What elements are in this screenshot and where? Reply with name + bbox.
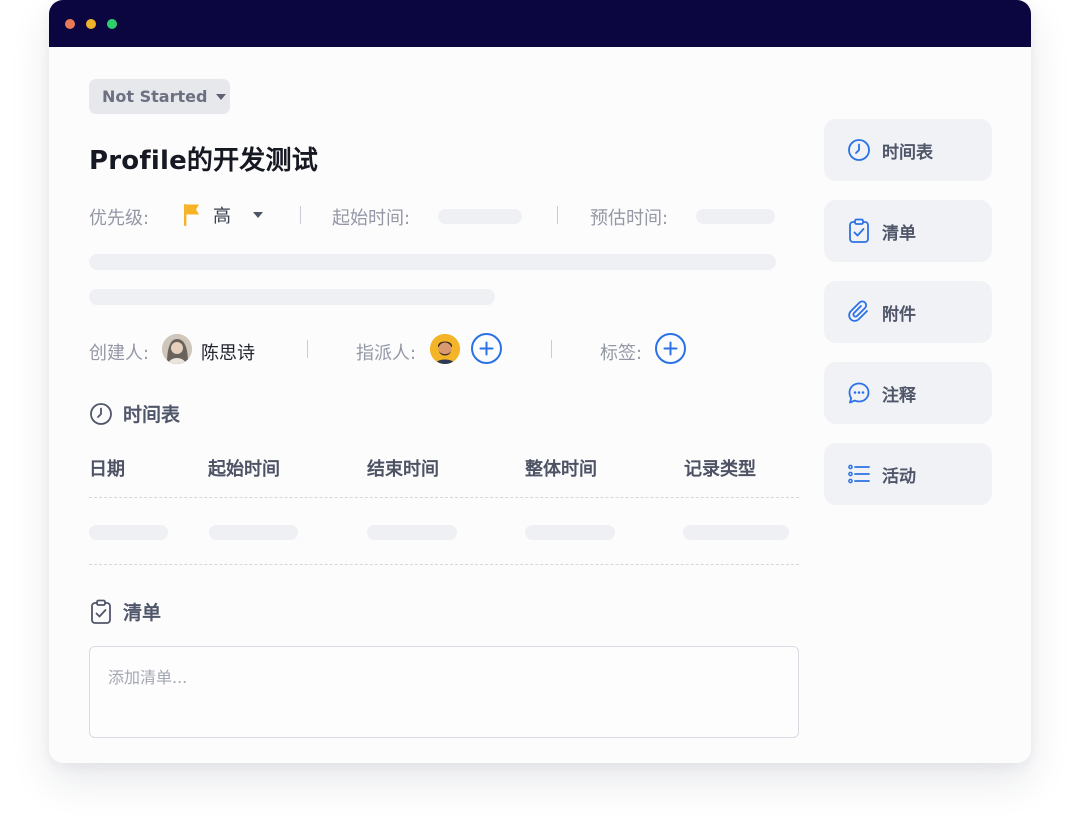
table-divider xyxy=(89,497,799,498)
estimate-time-placeholder[interactable] xyxy=(696,209,775,224)
timesheet-section-title: 时间表 xyxy=(89,400,180,427)
creator-avatar xyxy=(162,334,192,364)
clock-icon xyxy=(90,402,112,425)
plus-icon xyxy=(479,341,494,356)
cell-placeholder xyxy=(209,525,298,540)
column-header-date: 日期 xyxy=(89,459,125,480)
add-tag-button[interactable] xyxy=(655,333,686,364)
sidebar-item-comments[interactable]: 注释 xyxy=(824,362,992,424)
priority-label: 优先级: xyxy=(89,208,150,229)
priority-value: 高 xyxy=(213,206,231,227)
caret-down-icon xyxy=(253,212,263,218)
minimize-window-dot[interactable] xyxy=(86,19,96,29)
sidebar-item-label: 时间表 xyxy=(882,142,933,163)
sidebar-item-label: 清单 xyxy=(882,223,916,244)
comment-icon xyxy=(848,382,870,404)
timesheet-title: 时间表 xyxy=(123,404,181,426)
assignee-label: 指派人: xyxy=(356,343,417,364)
sidebar-item-timesheet[interactable]: 时间表 xyxy=(824,119,992,181)
divider xyxy=(551,340,552,358)
start-time-placeholder[interactable] xyxy=(438,209,522,224)
column-header-total: 整体时间 xyxy=(525,459,597,480)
creator-name: 陈思诗 xyxy=(201,343,255,364)
task-window: Not Started Profile的开发测试 优先级: 高 起始时间: 预估… xyxy=(49,0,1031,763)
creator-label: 创建人: xyxy=(89,343,150,364)
estimate-time-label: 预估时间: xyxy=(590,208,669,229)
column-header-end: 结束时间 xyxy=(367,459,439,480)
start-time-label: 起始时间: xyxy=(332,208,411,229)
priority-dropdown[interactable]: 高 xyxy=(183,202,263,228)
title-bar xyxy=(49,0,1031,47)
divider xyxy=(307,340,308,358)
maximize-window-dot[interactable] xyxy=(107,19,117,29)
cell-placeholder xyxy=(367,525,457,540)
divider xyxy=(300,206,301,224)
add-assignee-button[interactable] xyxy=(471,333,502,364)
tag-label: 标签: xyxy=(600,343,643,364)
sidebar-item-activity[interactable]: 活动 xyxy=(824,443,992,505)
sidebar-item-label: 注释 xyxy=(882,385,916,406)
checklist-section-title: 清单 xyxy=(89,598,161,625)
column-header-type: 记录类型 xyxy=(684,459,756,480)
close-window-dot[interactable] xyxy=(65,19,75,29)
status-label: Not Started xyxy=(102,87,208,106)
flag-icon xyxy=(184,204,199,226)
description-line xyxy=(89,254,776,270)
list-icon xyxy=(848,464,870,484)
sidebar-item-label: 附件 xyxy=(882,304,916,325)
cell-placeholder xyxy=(525,525,615,540)
status-dropdown[interactable]: Not Started xyxy=(89,79,230,114)
clipboard-check-icon xyxy=(849,218,869,243)
caret-down-icon xyxy=(216,93,227,100)
cell-placeholder xyxy=(89,525,168,540)
table-divider xyxy=(89,564,799,565)
sidebar-item-attachments[interactable]: 附件 xyxy=(824,281,992,343)
divider xyxy=(557,206,558,224)
assignee-avatar[interactable] xyxy=(430,334,460,364)
sidebar-item-label: 活动 xyxy=(882,466,916,487)
checklist-title: 清单 xyxy=(123,602,162,624)
paperclip-icon xyxy=(848,300,868,322)
clipboard-check-icon xyxy=(91,599,111,624)
plus-icon xyxy=(663,341,678,356)
description-line xyxy=(89,289,495,305)
clock-icon xyxy=(848,139,870,161)
task-title[interactable]: Profile的开发测试 xyxy=(89,140,318,177)
cell-placeholder xyxy=(683,525,789,540)
sidebar-item-checklist[interactable]: 清单 xyxy=(824,200,992,262)
add-checklist-input[interactable] xyxy=(89,646,799,738)
column-header-start: 起始时间 xyxy=(208,459,280,480)
